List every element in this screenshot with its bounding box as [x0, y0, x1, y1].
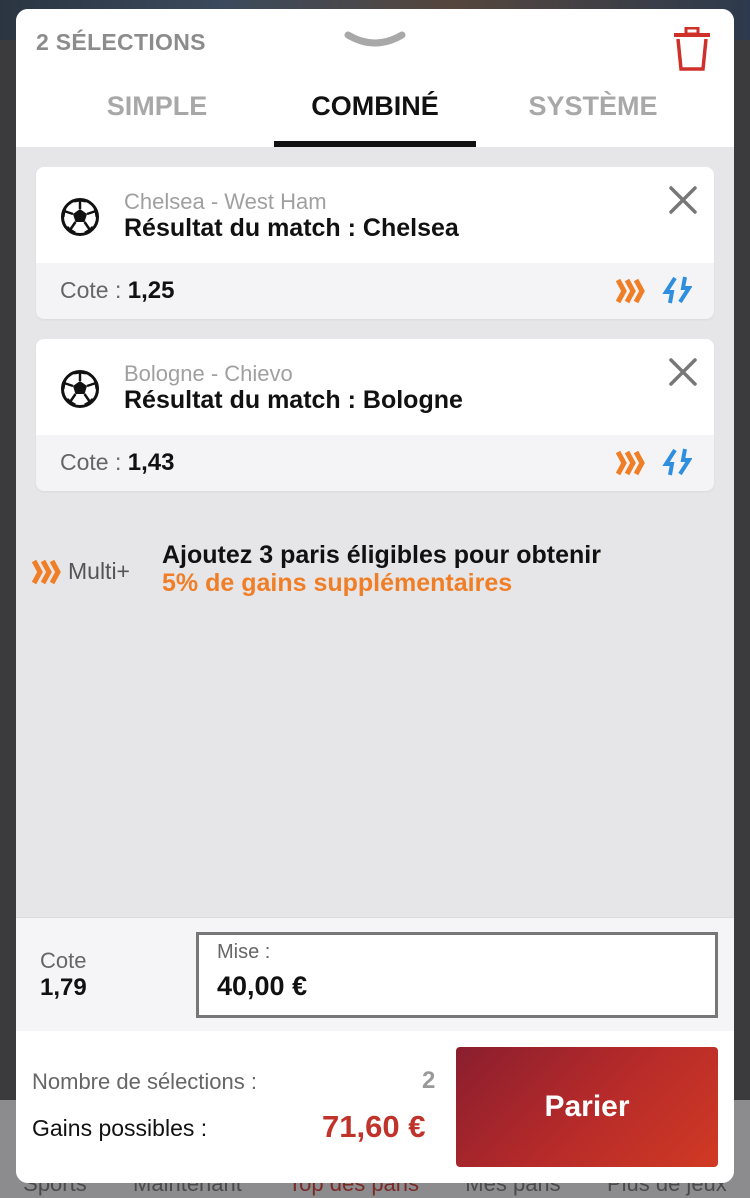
chevron-down-icon[interactable]: [344, 29, 406, 51]
boost-chevrons-icon: [616, 278, 645, 304]
bet-market: Résultat du match : Chelsea: [124, 214, 459, 242]
stake-area: Cote 1,79 Mise : 40,00 €: [16, 917, 734, 1031]
stake-value: 40,00 €: [217, 971, 308, 1001]
gains-value: 71,60 €: [322, 1109, 426, 1144]
bet-market: Résultat du match : Bologne: [124, 386, 463, 414]
bet-match: Chelsea - West Ham: [124, 189, 327, 214]
close-icon[interactable]: [668, 357, 698, 387]
odds-value: 1,43: [127, 449, 175, 476]
promo-text: Ajoutez 3 paris éligibles pour obtenir: [162, 541, 601, 569]
multi-plus-label: Multi+: [68, 558, 130, 584]
odds-label: Cote :: [60, 449, 122, 475]
trash-icon[interactable]: [672, 27, 712, 71]
boost-chevrons-icon: [616, 450, 645, 476]
multi-plus-chevrons-icon: [32, 559, 61, 585]
total-odds-value: 1,79: [40, 974, 87, 1001]
bet-card-header: Bologne - Chievo Résultat du match : Bol…: [36, 339, 714, 435]
soccer-ball-icon: [61, 370, 99, 408]
bet-odds: Cote : 1,25: [60, 277, 174, 305]
place-bet-button[interactable]: Parier: [456, 1047, 718, 1167]
swap-arrows-icon[interactable]: [662, 447, 692, 477]
bet-card: Bologne - Chievo Résultat du match : Bol…: [36, 339, 714, 491]
bet-slip-header: 2 SÉLECTIONS SIMPLE COMBINÉ SYSTÈME: [16, 9, 734, 147]
selections-value: 2: [422, 1067, 436, 1094]
stake-input[interactable]: Mise : 40,00 €: [196, 932, 718, 1018]
close-icon[interactable]: [668, 185, 698, 215]
active-tab-indicator: [274, 141, 476, 147]
total-odds-label: Cote: [40, 948, 87, 973]
bet-odds: Cote : 1,43: [60, 449, 174, 477]
swap-arrows-icon[interactable]: [662, 275, 692, 305]
selections-count: 2 SÉLECTIONS: [36, 29, 206, 55]
bet-slip-sheet: 2 SÉLECTIONS SIMPLE COMBINÉ SYSTÈME Chel…: [16, 9, 734, 1183]
bet-card: Chelsea - West Ham Résultat du match : C…: [36, 167, 714, 319]
stake-label: Mise :: [217, 941, 271, 963]
tab-combine[interactable]: COMBINÉ: [274, 91, 476, 122]
odds-label: Cote :: [60, 277, 122, 303]
tab-systeme[interactable]: SYSTÈME: [492, 91, 694, 122]
soccer-ball-icon: [61, 198, 99, 236]
bet-match: Bologne - Chievo: [124, 361, 293, 386]
gains-label: Gains possibles :: [32, 1115, 208, 1141]
bet-summary: Nombre de sélections : 2 Gains possibles…: [16, 1031, 734, 1183]
bet-card-header: Chelsea - West Ham Résultat du match : C…: [36, 167, 714, 263]
odds-value: 1,25: [127, 277, 175, 304]
tab-simple[interactable]: SIMPLE: [56, 91, 258, 122]
promo-highlight: 5% de gains supplémentaires: [162, 569, 513, 597]
selections-label: Nombre de sélections :: [32, 1069, 257, 1094]
